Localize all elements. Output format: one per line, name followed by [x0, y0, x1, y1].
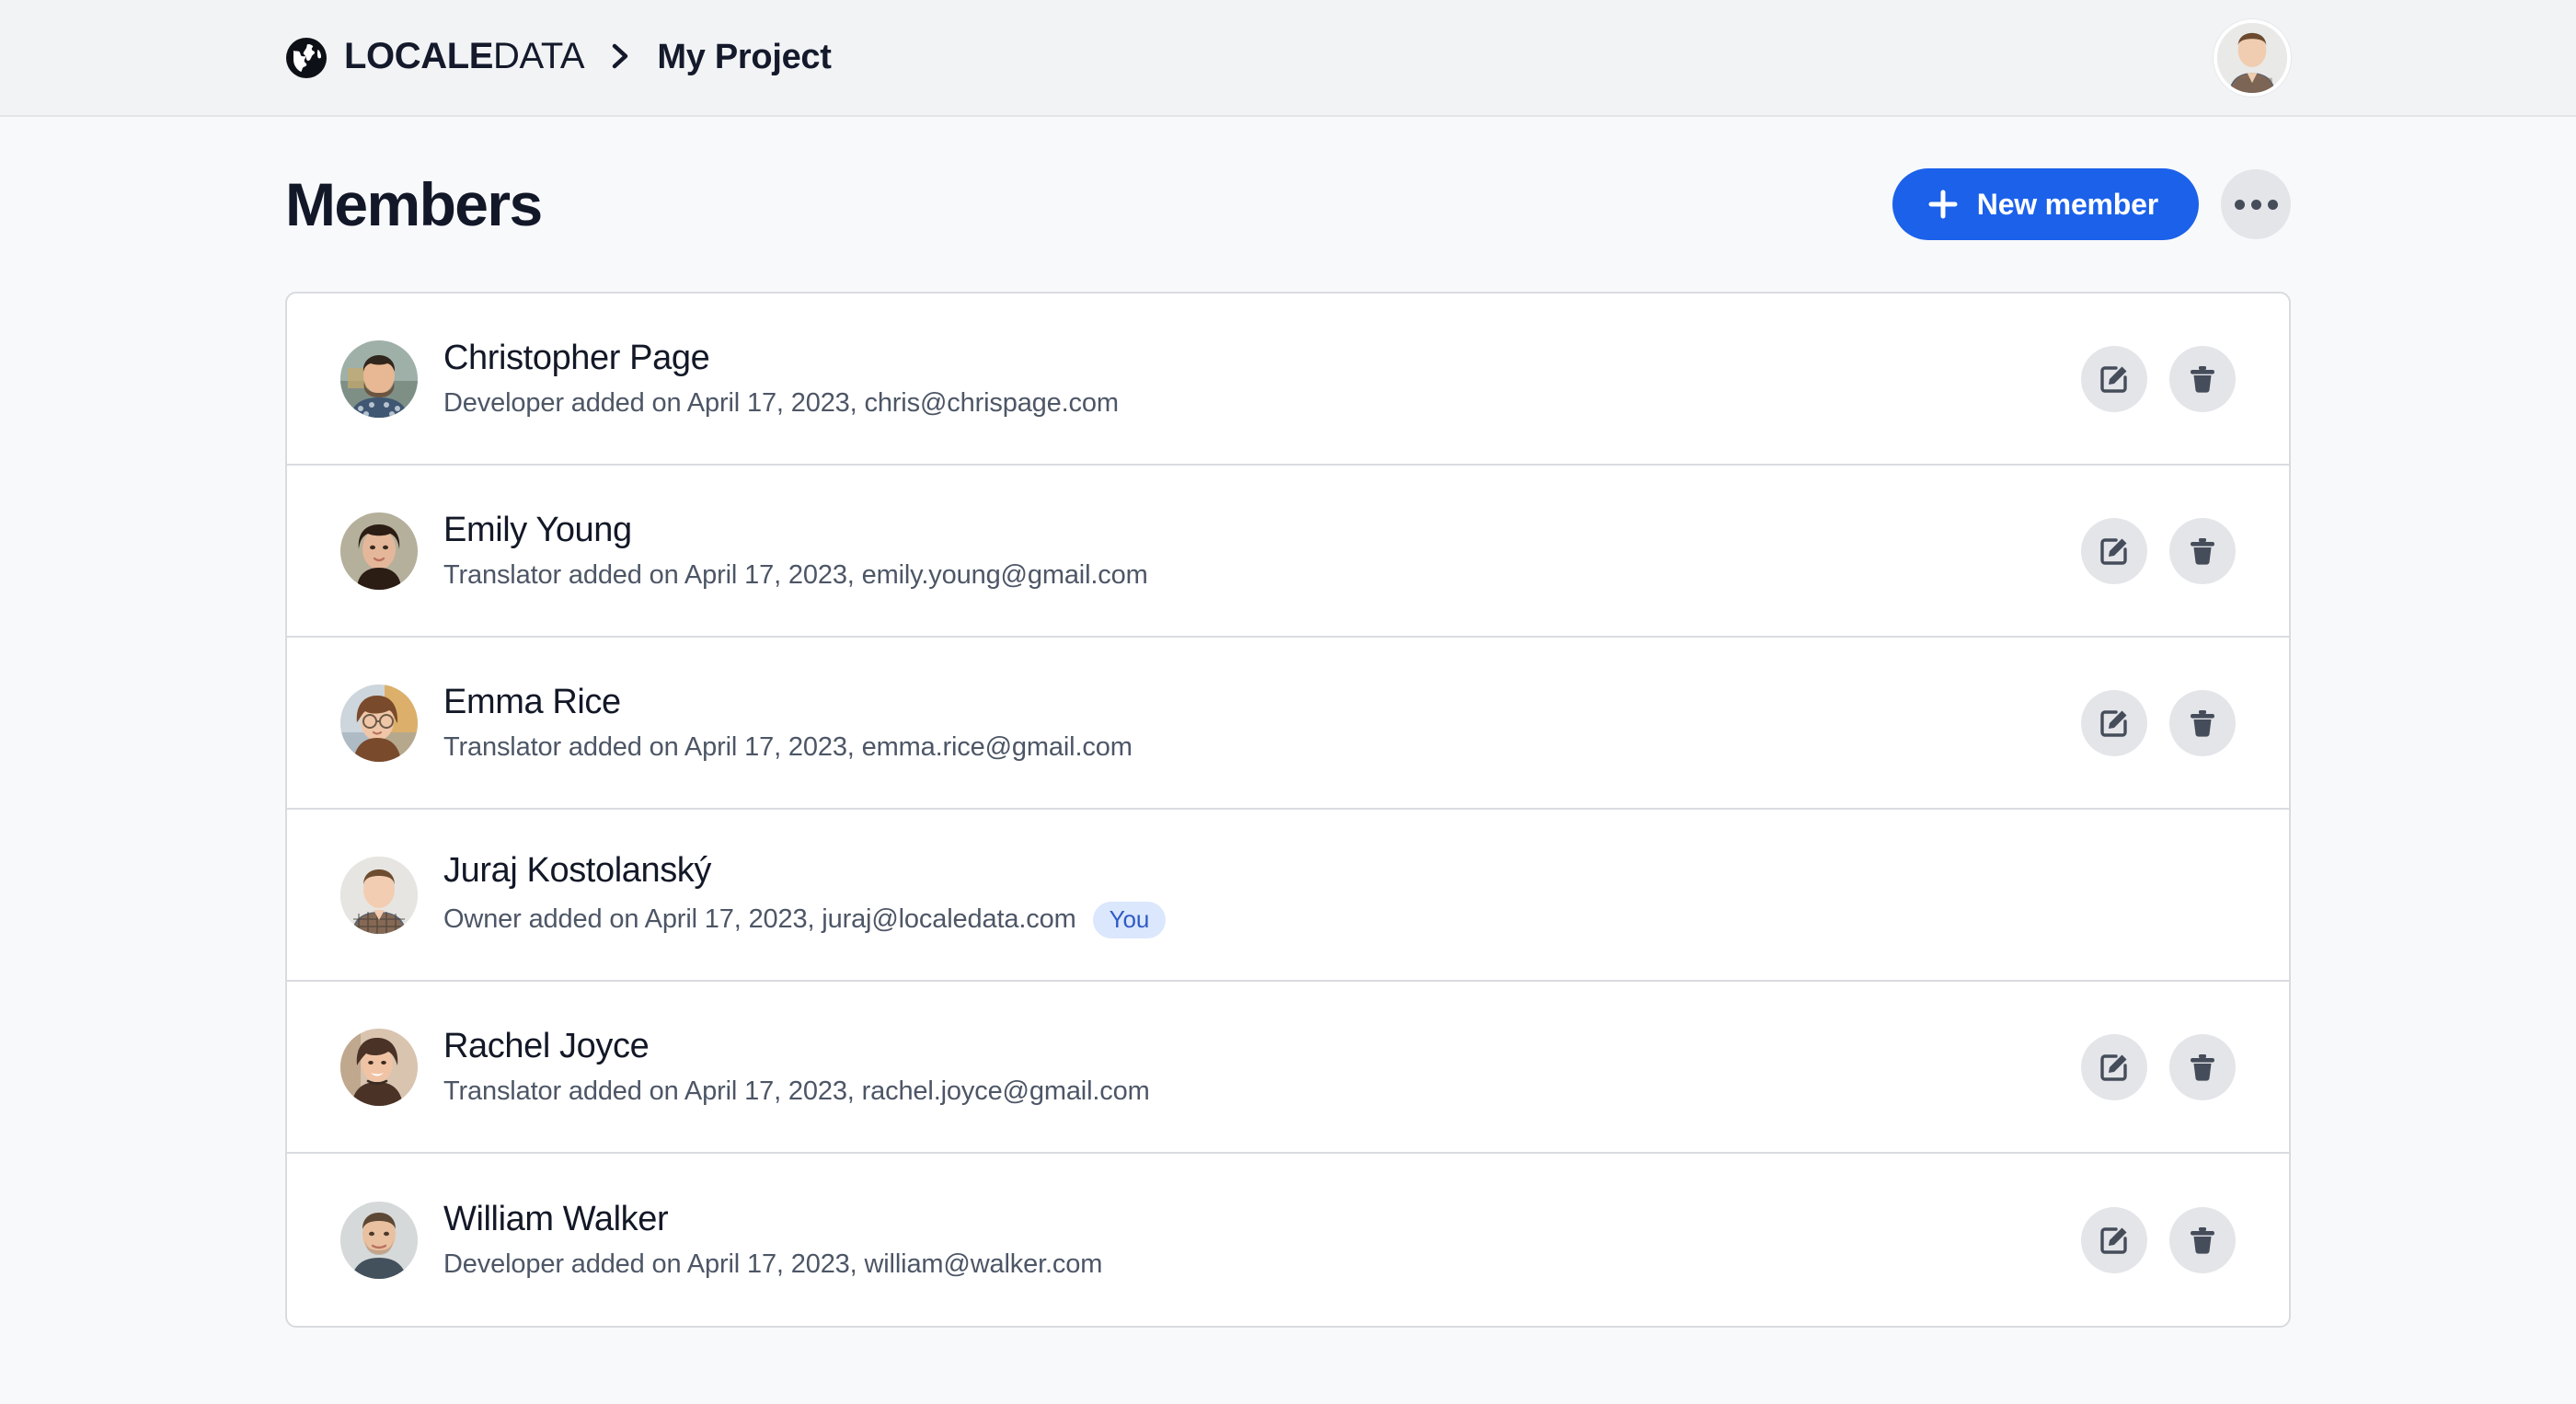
brand-name[interactable]: LOCALEDATA My Project — [344, 36, 832, 79]
edit-button[interactable] — [2081, 517, 2147, 584]
delete-button[interactable] — [2169, 517, 2236, 584]
avatar — [340, 512, 418, 590]
trash-icon — [2191, 537, 2214, 565]
trash-icon — [2191, 365, 2214, 393]
member-meta-text: Translator added on April 17, 2023, emma… — [443, 732, 1133, 763]
brand-name-light: DATA — [493, 36, 582, 77]
member-name: Rachel Joyce — [443, 1026, 650, 1065]
more-options-button[interactable] — [2221, 169, 2291, 239]
row-actions — [2081, 1033, 2236, 1100]
edit-icon — [2100, 709, 2127, 737]
page-header: Members New member — [285, 117, 2291, 292]
table-row[interactable]: Juraj Kostolanský Owner added on April 1… — [287, 810, 2289, 982]
edit-icon — [2100, 365, 2127, 393]
member-info: Emily Young Translator added on April 17… — [443, 511, 2053, 592]
member-meta: Developer added on April 17, 2023, chris… — [443, 388, 2053, 419]
avatar — [340, 339, 418, 418]
member-info: Emma Rice Translator added on April 17, … — [443, 683, 2053, 764]
table-row[interactable]: Emily Young Translator added on April 17… — [287, 466, 2289, 638]
table-row[interactable]: Christopher Page Developer added on Apri… — [287, 293, 2289, 466]
ellipsis-dot — [2267, 199, 2278, 210]
edit-button[interactable] — [2081, 689, 2147, 756]
member-name: Juraj Kostolanský — [443, 851, 712, 891]
member-info: Christopher Page Developer added on Apri… — [443, 339, 2053, 420]
members-list: Christopher Page Developer added on Apri… — [285, 292, 2291, 1328]
new-member-label: New member — [1976, 187, 2158, 221]
member-meta: Developer added on April 17, 2023, willi… — [443, 1249, 2053, 1280]
row-actions — [2081, 1206, 2236, 1273]
member-meta-text: Developer added on April 17, 2023, willi… — [443, 1249, 1103, 1280]
delete-button[interactable] — [2169, 345, 2236, 412]
table-row[interactable]: Emma Rice Translator added on April 17, … — [287, 638, 2289, 810]
avatar[interactable] — [2214, 18, 2291, 97]
plus-icon — [1927, 189, 1959, 220]
trash-icon — [2191, 709, 2214, 737]
page-content: Members New member Christopher Page Deve… — [0, 117, 2576, 1328]
brand-name-strong: LOCALE — [344, 36, 494, 77]
page-header-actions: New member — [1892, 168, 2291, 240]
member-meta: Translator added on April 17, 2023, rach… — [443, 1076, 2053, 1107]
member-info: Rachel Joyce Translator added on April 1… — [443, 1027, 2053, 1108]
member-meta: Translator added on April 17, 2023, emil… — [443, 560, 2053, 591]
chevron-right-icon — [609, 38, 633, 79]
member-meta-text: Developer added on April 17, 2023, chris… — [443, 388, 1119, 419]
breadcrumb: LOCALEDATA My Project — [285, 36, 832, 79]
ellipsis-dot — [2250, 199, 2261, 210]
edit-icon — [2100, 537, 2127, 565]
edit-button[interactable] — [2081, 345, 2147, 412]
edit-icon — [2100, 1226, 2127, 1254]
edit-button[interactable] — [2081, 1206, 2147, 1273]
avatar — [340, 684, 418, 762]
page-title: Members — [285, 170, 543, 238]
status-badge: You — [1092, 901, 1167, 938]
delete-button[interactable] — [2169, 689, 2236, 756]
member-name: Emily Young — [443, 510, 632, 549]
member-name: Emma Rice — [443, 682, 621, 721]
table-row[interactable]: William Walker Developer added on April … — [287, 1154, 2289, 1326]
top-bar: LOCALEDATA My Project — [0, 0, 2576, 117]
member-name: Christopher Page — [443, 338, 710, 377]
member-name: William Walker — [443, 1199, 669, 1238]
member-meta: Owner added on April 17, 2023, juraj@loc… — [443, 901, 2236, 938]
delete-button[interactable] — [2169, 1206, 2236, 1273]
new-member-button[interactable]: New member — [1892, 168, 2199, 240]
row-actions — [2081, 689, 2236, 756]
avatar — [340, 1028, 418, 1106]
delete-button[interactable] — [2169, 1033, 2236, 1100]
edit-button[interactable] — [2081, 1033, 2147, 1100]
member-meta-text: Translator added on April 17, 2023, emil… — [443, 560, 1148, 591]
edit-icon — [2100, 1053, 2127, 1081]
member-info: Juraj Kostolanský Owner added on April 1… — [443, 851, 2236, 938]
avatar — [340, 856, 418, 934]
trash-icon — [2191, 1053, 2214, 1081]
row-actions — [2081, 345, 2236, 412]
row-actions — [2081, 517, 2236, 584]
trash-icon — [2191, 1226, 2214, 1254]
user-avatar-image — [2217, 22, 2287, 93]
breadcrumb-current[interactable]: My Project — [657, 38, 831, 76]
member-meta-text: Owner added on April 17, 2023, juraj@loc… — [443, 904, 1076, 935]
avatar — [340, 1201, 418, 1279]
member-meta-text: Translator added on April 17, 2023, rach… — [443, 1076, 1150, 1107]
member-info: William Walker Developer added on April … — [443, 1200, 2053, 1281]
ellipsis-dot — [2234, 199, 2245, 210]
table-row[interactable]: Rachel Joyce Translator added on April 1… — [287, 982, 2289, 1154]
member-meta: Translator added on April 17, 2023, emma… — [443, 732, 2053, 763]
globe-icon — [285, 37, 328, 79]
